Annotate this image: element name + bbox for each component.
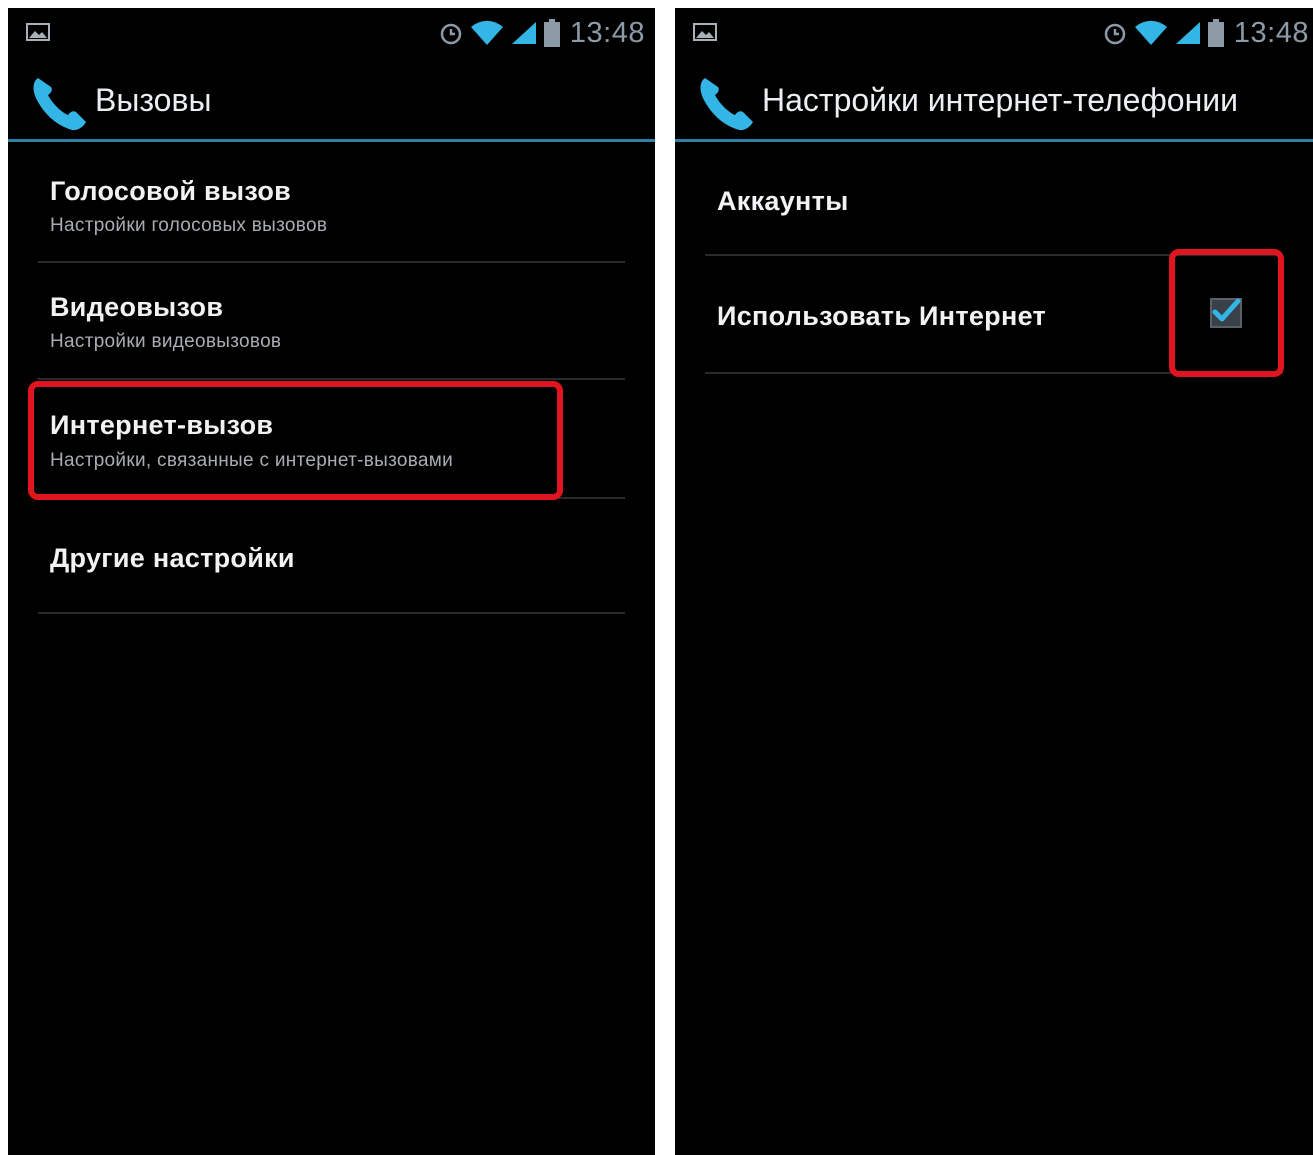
action-bar-divider — [675, 139, 1313, 142]
signal-icon — [511, 22, 536, 44]
pref-title: Видеовызов — [50, 292, 224, 322]
screenshot-notification-icon — [26, 23, 50, 41]
clock: 13:48 — [1233, 16, 1309, 49]
action-bar-divider — [8, 139, 655, 142]
battery-icon — [543, 19, 560, 47]
list-divider — [38, 378, 625, 380]
signal-icon — [1175, 22, 1200, 44]
phone-icon[interactable] — [28, 72, 88, 132]
pref-title: Другие настройки — [50, 543, 295, 573]
battery-icon — [1207, 19, 1224, 47]
list-divider — [38, 261, 625, 263]
wifi-icon — [470, 20, 503, 45]
screen-title: Настройки интернет-телефонии — [762, 82, 1238, 118]
list-divider — [38, 612, 625, 614]
pref-summary: Настройки видеовызовов — [50, 331, 282, 352]
screen-title: Вызовы — [95, 82, 212, 118]
action-bar: Настройки интернет-телефонии — [675, 68, 1313, 140]
pref-summary: Настройки голосовых вызовов — [50, 215, 328, 236]
highlight-frame — [28, 381, 563, 500]
pref-title: Аккаунты — [717, 186, 849, 216]
highlight-frame — [1169, 249, 1284, 377]
alarm-icon — [1104, 23, 1126, 45]
pref-voice-call[interactable]: Голосовой вызов Настройки голосовых вызо… — [38, 148, 625, 264]
calls-settings-screen: 13:48 Вызовы Голосовой вызов Настройки г… — [8, 8, 655, 1155]
pref-title: Использовать Интернет — [717, 301, 1047, 331]
phone-icon[interactable] — [695, 72, 755, 132]
wifi-icon — [1134, 20, 1167, 45]
pref-title: Голосовой вызов — [50, 176, 292, 206]
clock: 13:48 — [569, 16, 645, 49]
alarm-icon — [440, 23, 462, 45]
pref-video-call[interactable]: Видеовызов Настройки видеовызовов — [38, 264, 625, 382]
pref-other-settings[interactable]: Другие настройки — [38, 498, 625, 616]
pref-accounts[interactable]: Аккаунты — [705, 148, 1283, 264]
action-bar: Вызовы — [8, 68, 655, 140]
status-bar: 13:48 — [8, 8, 655, 58]
status-bar: 13:48 — [675, 8, 1313, 58]
internet-telephony-settings-screen: 13:48 Настройки интернет-телефонии Аккау… — [675, 8, 1313, 1155]
screenshot-notification-icon — [693, 23, 717, 41]
